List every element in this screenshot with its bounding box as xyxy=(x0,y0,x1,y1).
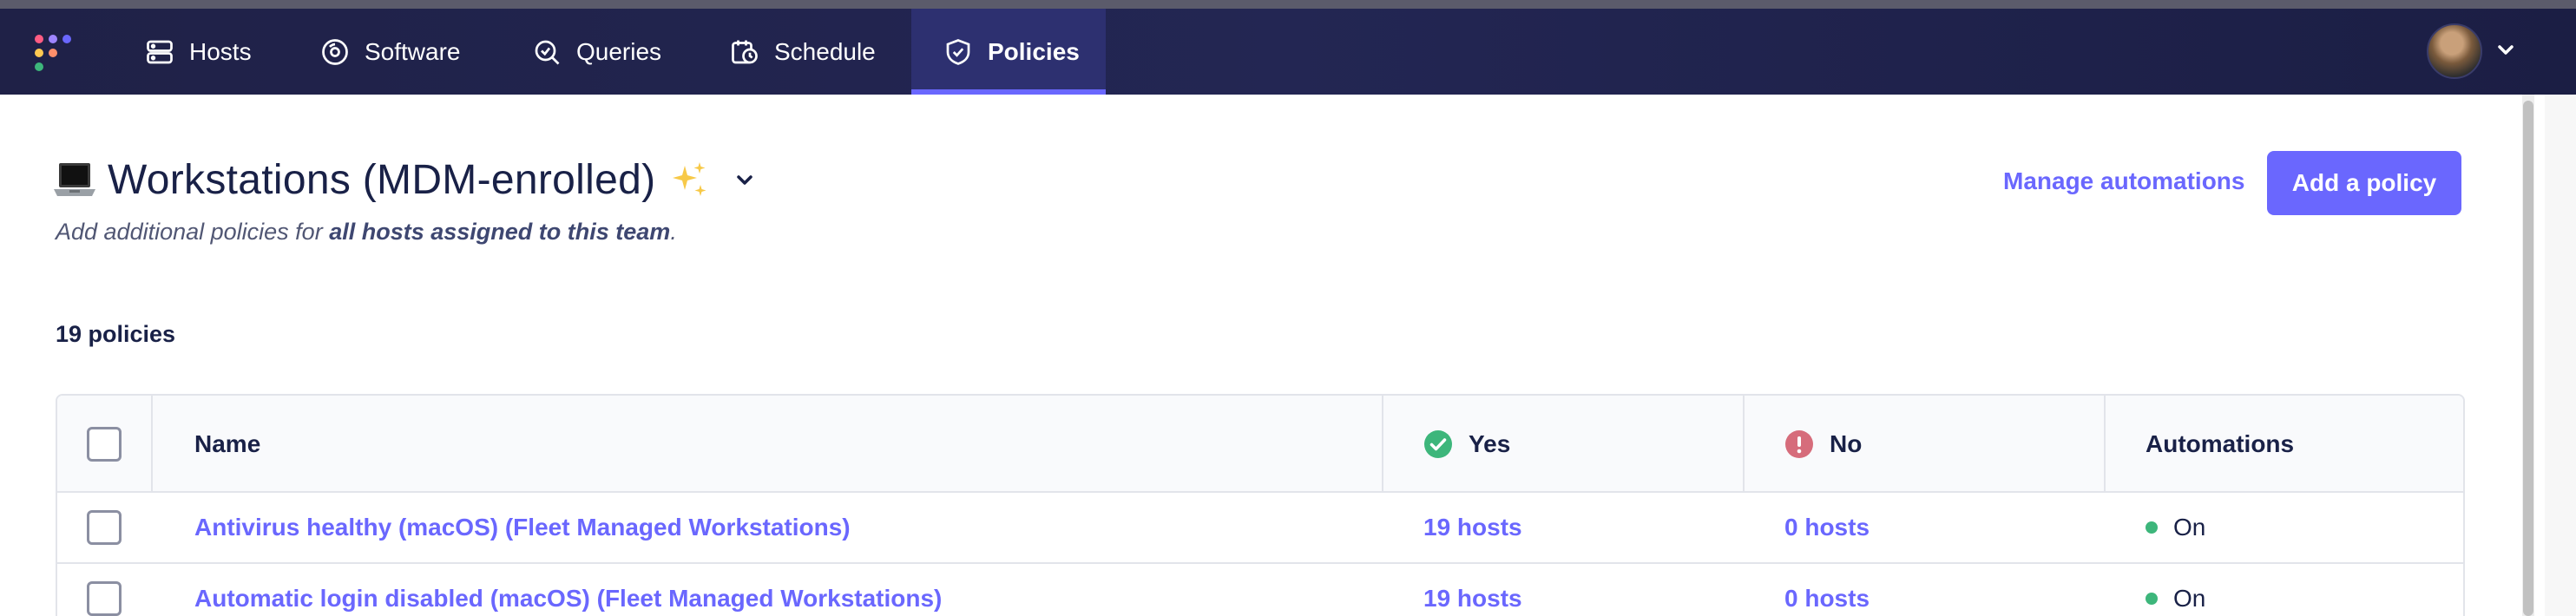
scrollbar-thumb[interactable] xyxy=(2523,101,2533,616)
policy-name-link[interactable]: Automatic login disabled (macOS) (Fleet … xyxy=(194,564,942,616)
policies-icon xyxy=(946,38,970,65)
alert-circle-icon xyxy=(1785,430,1813,458)
nav-item-label: Software xyxy=(365,37,461,65)
manage-automations-button[interactable]: Manage automations xyxy=(2003,167,2244,195)
column-header-automations[interactable]: Automations xyxy=(2146,396,2294,493)
queries-icon xyxy=(535,40,560,64)
nav-item-label: Schedule xyxy=(774,37,876,65)
row-checkbox[interactable] xyxy=(87,510,122,545)
chevron-down-icon[interactable] xyxy=(2496,43,2515,57)
schedule-icon xyxy=(732,40,758,63)
nav-item-schedule[interactable]: Schedule xyxy=(708,9,899,95)
table-row[interactable]: Antivirus healthy (macOS) (Fleet Managed… xyxy=(57,493,2463,564)
nav-item-label: Queries xyxy=(576,37,662,65)
table-row[interactable]: Automatic login disabled (macOS) (Fleet … xyxy=(57,564,2463,616)
policy-count: 19 policies xyxy=(56,321,176,347)
column-header-no[interactable]: No xyxy=(1784,396,1862,493)
window-top-edge xyxy=(0,0,2576,9)
hosts-icon xyxy=(147,40,173,63)
chevron-down-icon[interactable] xyxy=(735,174,754,187)
row-checkbox[interactable] xyxy=(87,581,122,616)
software-icon xyxy=(322,38,348,65)
column-header-name[interactable]: Name xyxy=(194,396,260,493)
no-hosts-link[interactable]: 0 hosts xyxy=(1784,493,1870,562)
window-edge xyxy=(2545,95,2576,616)
user-avatar[interactable] xyxy=(2427,23,2482,79)
table-header: Name Yes No Automations xyxy=(57,396,2463,493)
nav-item-label: Hosts xyxy=(189,37,252,65)
nav-item-queries[interactable]: Queries xyxy=(510,9,684,95)
add-policy-button[interactable]: Add a policy xyxy=(2267,151,2461,215)
sparkles-icon xyxy=(673,161,706,196)
team-selector[interactable]: Workstations (MDM-enrolled) xyxy=(54,156,754,204)
nav-item-policies[interactable]: Policies xyxy=(911,9,1106,95)
laptop-icon xyxy=(54,162,95,196)
team-name: Workstations (MDM-enrolled) xyxy=(108,157,656,203)
top-navigation-bar: Hosts Software Queries Schedule Policies xyxy=(0,9,2576,95)
team-description-emphasis: all hosts assigned to this team xyxy=(329,219,671,245)
column-divider xyxy=(1743,396,1745,493)
column-header-yes[interactable]: Yes xyxy=(1423,396,1510,493)
automation-status: On xyxy=(2146,564,2205,616)
select-all-checkbox[interactable] xyxy=(87,427,122,462)
yes-hosts-link[interactable]: 19 hosts xyxy=(1423,564,1522,616)
team-description: Add additional policies for all hosts as… xyxy=(56,219,677,245)
nav-item-software[interactable]: Software xyxy=(299,9,472,95)
status-on-icon xyxy=(2146,521,2158,534)
column-divider xyxy=(151,396,153,493)
policies-table: Name Yes No Automations Antivirus health xyxy=(56,394,2465,616)
column-divider xyxy=(1382,396,1383,493)
check-circle-icon xyxy=(1424,430,1452,458)
policy-name-link[interactable]: Antivirus healthy (macOS) (Fleet Managed… xyxy=(194,493,851,562)
no-hosts-link[interactable]: 0 hosts xyxy=(1784,564,1870,616)
yes-hosts-link[interactable]: 19 hosts xyxy=(1423,493,1522,562)
automation-status: On xyxy=(2146,493,2205,562)
nav-item-hosts[interactable]: Hosts xyxy=(123,9,276,95)
status-on-icon xyxy=(2146,593,2158,605)
fleet-logo-icon[interactable] xyxy=(35,35,76,76)
nav-item-label: Policies xyxy=(988,37,1080,65)
column-divider xyxy=(2104,396,2106,493)
